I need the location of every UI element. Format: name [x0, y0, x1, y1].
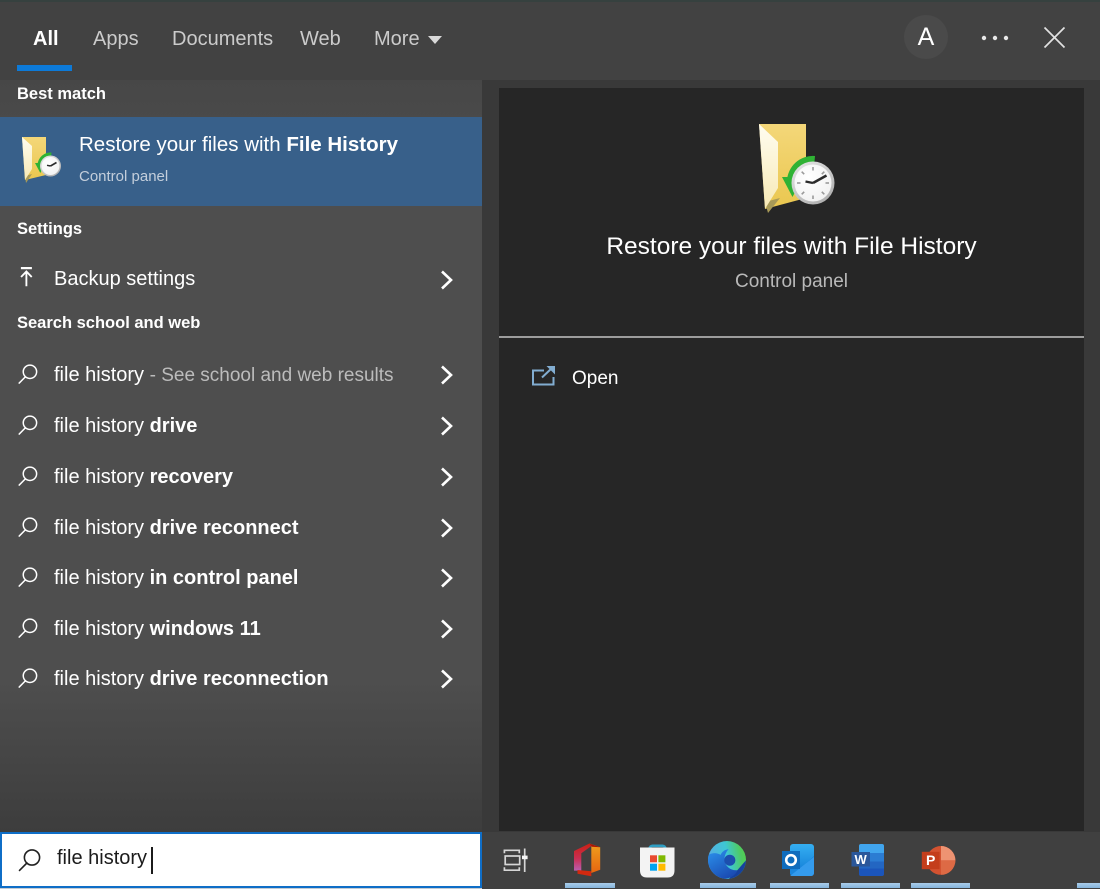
svg-text:P: P	[926, 852, 935, 868]
svg-text:W: W	[855, 852, 868, 867]
